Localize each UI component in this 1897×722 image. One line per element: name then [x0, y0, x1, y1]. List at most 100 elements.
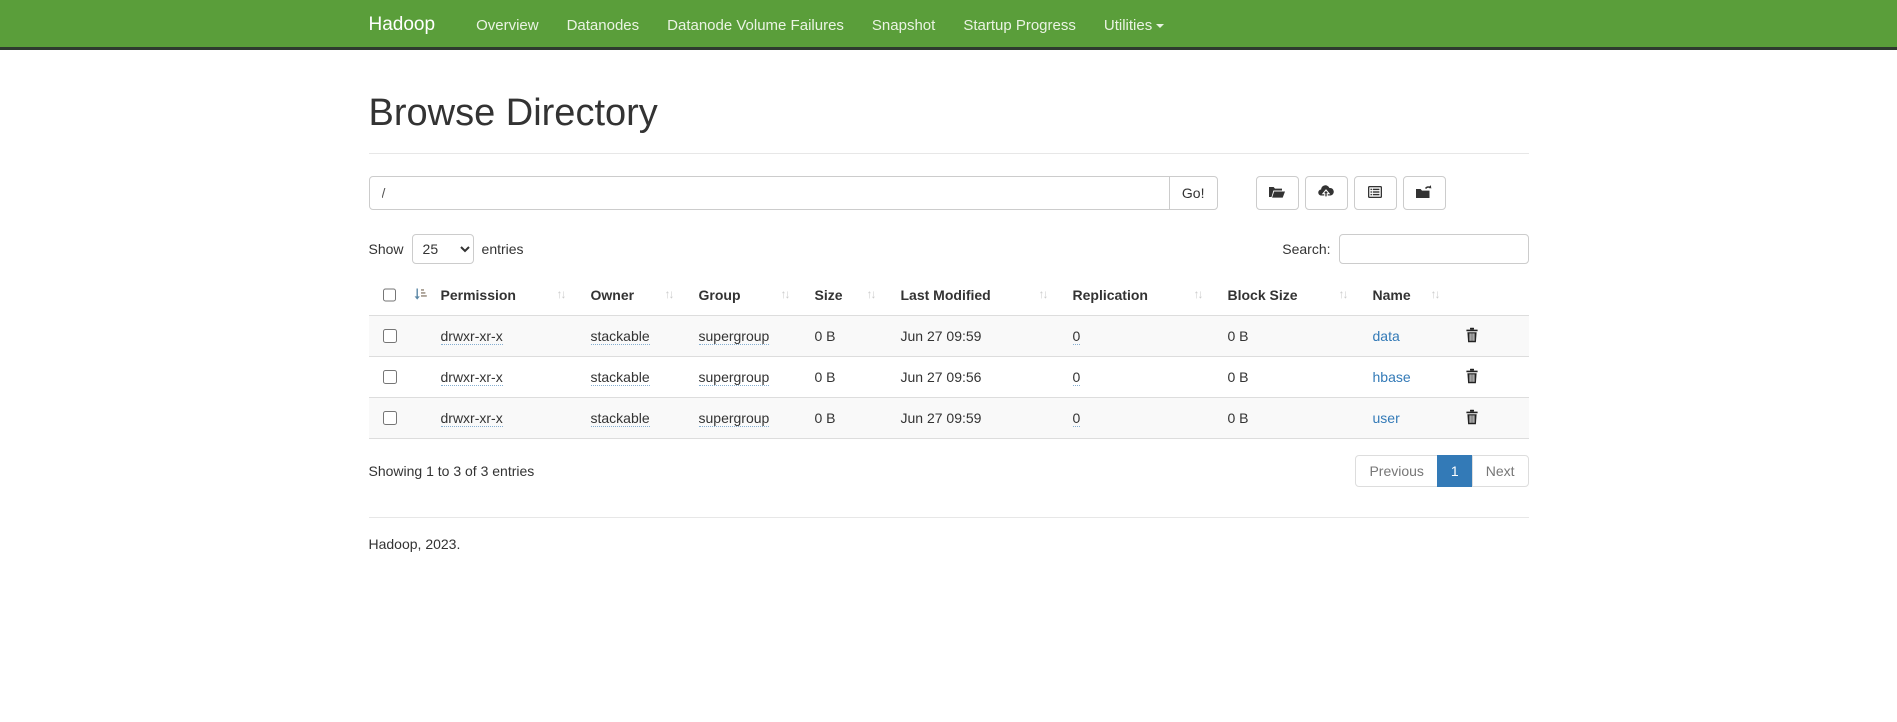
create-directory-button[interactable]	[1256, 176, 1299, 210]
trash-icon	[1465, 331, 1479, 346]
block_size-cell: 0 B	[1218, 398, 1363, 439]
sort-icon: ↑↓	[665, 287, 673, 301]
replication-editable[interactable]: 0	[1073, 410, 1081, 427]
cloud-upload-icon	[1317, 184, 1335, 203]
move-paste-button[interactable]	[1403, 176, 1446, 210]
owner-editable[interactable]: stackable	[591, 328, 650, 345]
row-select-cell	[369, 398, 431, 439]
nav-datanodes[interactable]: Datanodes	[553, 2, 654, 49]
nav-snapshot[interactable]: Snapshot	[858, 2, 949, 49]
row-checkbox[interactable]	[383, 329, 397, 343]
block_size-cell: 0 B	[1218, 316, 1363, 357]
modified-cell: Jun 27 09:59	[891, 316, 1063, 357]
group-cell: supergroup	[689, 357, 805, 398]
pagination-previous[interactable]: Previous	[1355, 455, 1437, 487]
set-quota-button[interactable]	[1354, 176, 1397, 210]
show-label: Show	[369, 241, 404, 257]
nav-datanode-volume-failures[interactable]: Datanode Volume Failures	[653, 2, 858, 49]
path-input[interactable]	[369, 176, 1170, 210]
group-editable[interactable]: supergroup	[699, 410, 770, 427]
search-control: Search:	[1282, 234, 1528, 264]
top-navbar: Hadoop Overview Datanodes Datanode Volum…	[0, 0, 1897, 50]
replication-editable[interactable]: 0	[1073, 328, 1081, 345]
permission-cell: drwxr-xr-x	[431, 398, 581, 439]
go-button[interactable]: Go!	[1169, 176, 1218, 210]
group-editable[interactable]: supergroup	[699, 369, 770, 386]
nav-overview[interactable]: Overview	[462, 2, 553, 49]
delete-button[interactable]	[1465, 368, 1479, 384]
brand-link[interactable]: Hadoop	[369, 14, 451, 36]
header-block-size[interactable]: Block Size↑↓	[1218, 276, 1363, 316]
directory-link[interactable]: data	[1373, 328, 1400, 344]
search-input[interactable]	[1339, 234, 1529, 264]
modified-cell: Jun 27 09:59	[891, 398, 1063, 439]
copyright-text: Hadoop, 2023.	[369, 536, 1529, 552]
entries-info: Showing 1 to 3 of 3 entries	[369, 463, 535, 479]
nav-utilities-dropdown[interactable]: Utilities	[1090, 2, 1178, 49]
sort-icon: ↑↓	[1431, 287, 1439, 301]
owner-cell: stackable	[581, 357, 689, 398]
header-group[interactable]: Group ↑↓	[689, 276, 805, 316]
owner-editable[interactable]: stackable	[591, 369, 650, 386]
directory-link[interactable]: user	[1373, 410, 1400, 426]
header-replication[interactable]: Replication↑↓	[1063, 276, 1218, 316]
header-permission-label: Permission	[441, 287, 516, 303]
replication-cell: 0	[1063, 398, 1218, 439]
block_size-value: 0 B	[1228, 328, 1249, 344]
permission-editable[interactable]: drwxr-xr-x	[441, 328, 503, 345]
modified-value: Jun 27 09:56	[901, 369, 982, 385]
header-group-label: Group	[699, 287, 741, 303]
name-cell: hbase	[1363, 357, 1455, 398]
row-checkbox[interactable]	[383, 370, 397, 384]
row-checkbox[interactable]	[383, 411, 397, 425]
header-owner-label: Owner	[591, 287, 635, 303]
block_size-cell: 0 B	[1218, 357, 1363, 398]
size-cell: 0 B	[805, 398, 891, 439]
title-divider	[369, 153, 1529, 154]
header-replication-label: Replication	[1073, 287, 1148, 303]
size-cell: 0 B	[805, 316, 891, 357]
trash-icon	[1465, 413, 1479, 428]
page-size-select[interactable]: 25	[412, 234, 474, 264]
footer-divider	[369, 517, 1529, 518]
permission-editable[interactable]: drwxr-xr-x	[441, 369, 503, 386]
row-select-cell	[369, 316, 431, 357]
replication-cell: 0	[1063, 357, 1218, 398]
header-owner[interactable]: Owner ↑↓	[581, 276, 689, 316]
header-name[interactable]: Name↑↓	[1363, 276, 1455, 316]
group-editable[interactable]: supergroup	[699, 328, 770, 345]
modified-value: Jun 27 09:59	[901, 410, 982, 426]
delete-button[interactable]	[1465, 409, 1479, 425]
folder-move-icon	[1415, 184, 1433, 203]
header-permission[interactable]: Permission↑↓	[431, 276, 581, 316]
directory-table: Permission↑↓ Owner↑↓ Group↑↓ Size↑↓ Last…	[369, 276, 1529, 439]
directory-link[interactable]: hbase	[1373, 369, 1411, 385]
trash-icon	[1465, 372, 1479, 387]
permission-editable[interactable]: drwxr-xr-x	[441, 410, 503, 427]
header-last-modified[interactable]: Last Modified↑↓	[891, 276, 1063, 316]
delete-button[interactable]	[1465, 327, 1479, 343]
page-title: Browse Directory	[369, 92, 1529, 135]
replication-editable[interactable]: 0	[1073, 369, 1081, 386]
owner-cell: stackable	[581, 316, 689, 357]
table-header-row: Permission↑↓ Owner↑↓ Group↑↓ Size↑↓ Last…	[369, 276, 1529, 316]
pagination: Previous 1 Next	[1356, 455, 1528, 487]
select-all-checkbox[interactable]	[383, 288, 396, 302]
modified-cell: Jun 27 09:56	[891, 357, 1063, 398]
header-actions	[1455, 276, 1529, 316]
size-cell: 0 B	[805, 357, 891, 398]
name-cell: user	[1363, 398, 1455, 439]
pagination-page-1[interactable]: 1	[1437, 455, 1473, 487]
sort-icon: ↑↓	[781, 287, 789, 301]
sort-icon: ↑↓	[1339, 287, 1347, 301]
owner-editable[interactable]: stackable	[591, 410, 650, 427]
open-folder-icon	[1268, 184, 1286, 203]
pagination-next[interactable]: Next	[1472, 455, 1529, 487]
actions-cell	[1455, 357, 1529, 398]
header-size-label: Size	[815, 287, 843, 303]
nav-startup-progress[interactable]: Startup Progress	[949, 2, 1090, 49]
upload-file-button[interactable]	[1305, 176, 1348, 210]
select-all-header[interactable]	[369, 276, 431, 316]
header-size[interactable]: Size↑↓	[805, 276, 891, 316]
size-value: 0 B	[815, 369, 836, 385]
